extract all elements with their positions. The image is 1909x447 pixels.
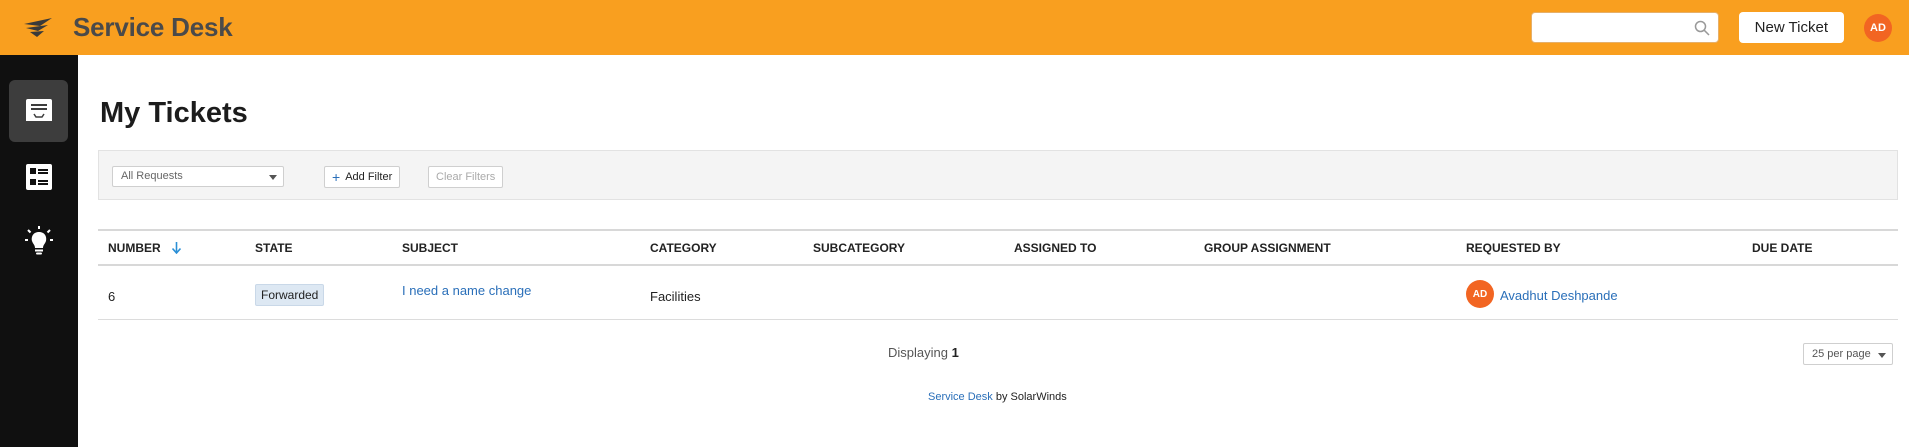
column-header-state[interactable]: State [255, 241, 293, 255]
column-header-category[interactable]: Category [650, 241, 717, 255]
view-select[interactable]: All Requests [112, 166, 284, 187]
displaying-label: Displaying [888, 345, 948, 360]
tickets-table: Number State Subject Category Subcategor… [98, 229, 1898, 320]
chevron-down-icon [269, 175, 277, 180]
footer: Service Desk by SolarWinds [928, 391, 1067, 403]
per-page-value: 25 per page [1812, 348, 1871, 360]
status-badge: Forwarded [255, 284, 325, 306]
solarwinds-logo-icon[interactable] [22, 13, 62, 43]
search-box [1530, 12, 1719, 43]
top-bar: Service Desk New Ticket AD [0, 0, 1909, 55]
catalog-list-icon [25, 164, 52, 190]
filter-bar: All Requests + Add Filter Clear Filters [98, 150, 1898, 200]
view-select-value: All Requests [121, 170, 183, 182]
search-input[interactable] [1531, 13, 1718, 42]
ticket-subject-link[interactable]: I need a name change [402, 283, 531, 298]
sidebar-item-knowledge-base[interactable] [9, 210, 68, 272]
requester-avatar: AD [1466, 280, 1494, 308]
requester-link[interactable]: Avadhut Deshpande [1500, 288, 1618, 303]
page-title: My Tickets [100, 97, 248, 129]
table-row[interactable]: 6 Forwarded I need a name change Facilit… [98, 266, 1898, 320]
column-header-subcategory[interactable]: Subcategory [813, 241, 905, 255]
displaying-number: 1 [951, 345, 959, 360]
add-filter-label: Add Filter [345, 171, 393, 183]
displaying-count: Displaying 1 [888, 345, 959, 360]
column-header-label: Number [108, 241, 161, 255]
inbox-icon [25, 99, 52, 121]
column-header-subject[interactable]: Subject [402, 241, 458, 255]
lightbulb-icon [24, 226, 53, 255]
sidebar-item-service-catalog[interactable] [9, 146, 68, 208]
column-header-number[interactable]: Number [108, 241, 182, 255]
per-page-select[interactable]: 25 per page [1803, 343, 1893, 365]
clear-filters-button[interactable]: Clear Filters [428, 166, 504, 188]
add-filter-button[interactable]: + Add Filter [324, 166, 401, 188]
column-header-requested-by[interactable]: Requested By [1466, 241, 1561, 255]
ticket-category: Facilities [650, 289, 701, 304]
user-avatar[interactable]: AD [1864, 13, 1892, 42]
app-title[interactable]: Service Desk [73, 12, 233, 43]
search-icon[interactable] [1694, 20, 1710, 36]
main-content: My Tickets All Requests + Add Filter Cle… [78, 55, 1909, 447]
sort-down-arrow-icon [172, 242, 182, 254]
sidebar-item-tickets[interactable] [9, 80, 68, 142]
column-header-group-assignment[interactable]: Group Assignment [1204, 241, 1331, 255]
column-header-assigned-to[interactable]: Assigned To [1014, 241, 1096, 255]
plus-icon: + [332, 169, 341, 185]
new-ticket-button[interactable]: New Ticket [1738, 12, 1844, 43]
table-header: Number State Subject Category Subcategor… [98, 229, 1898, 266]
sidebar [0, 55, 78, 447]
header-actions: New Ticket AD [1530, 0, 1909, 55]
column-header-due-date[interactable]: Due Date [1752, 241, 1812, 255]
ticket-number: 6 [108, 289, 116, 304]
footer-product-link[interactable]: Service Desk [928, 391, 993, 403]
footer-by-text: by SolarWinds [995, 391, 1067, 403]
chevron-down-icon [1878, 353, 1886, 358]
